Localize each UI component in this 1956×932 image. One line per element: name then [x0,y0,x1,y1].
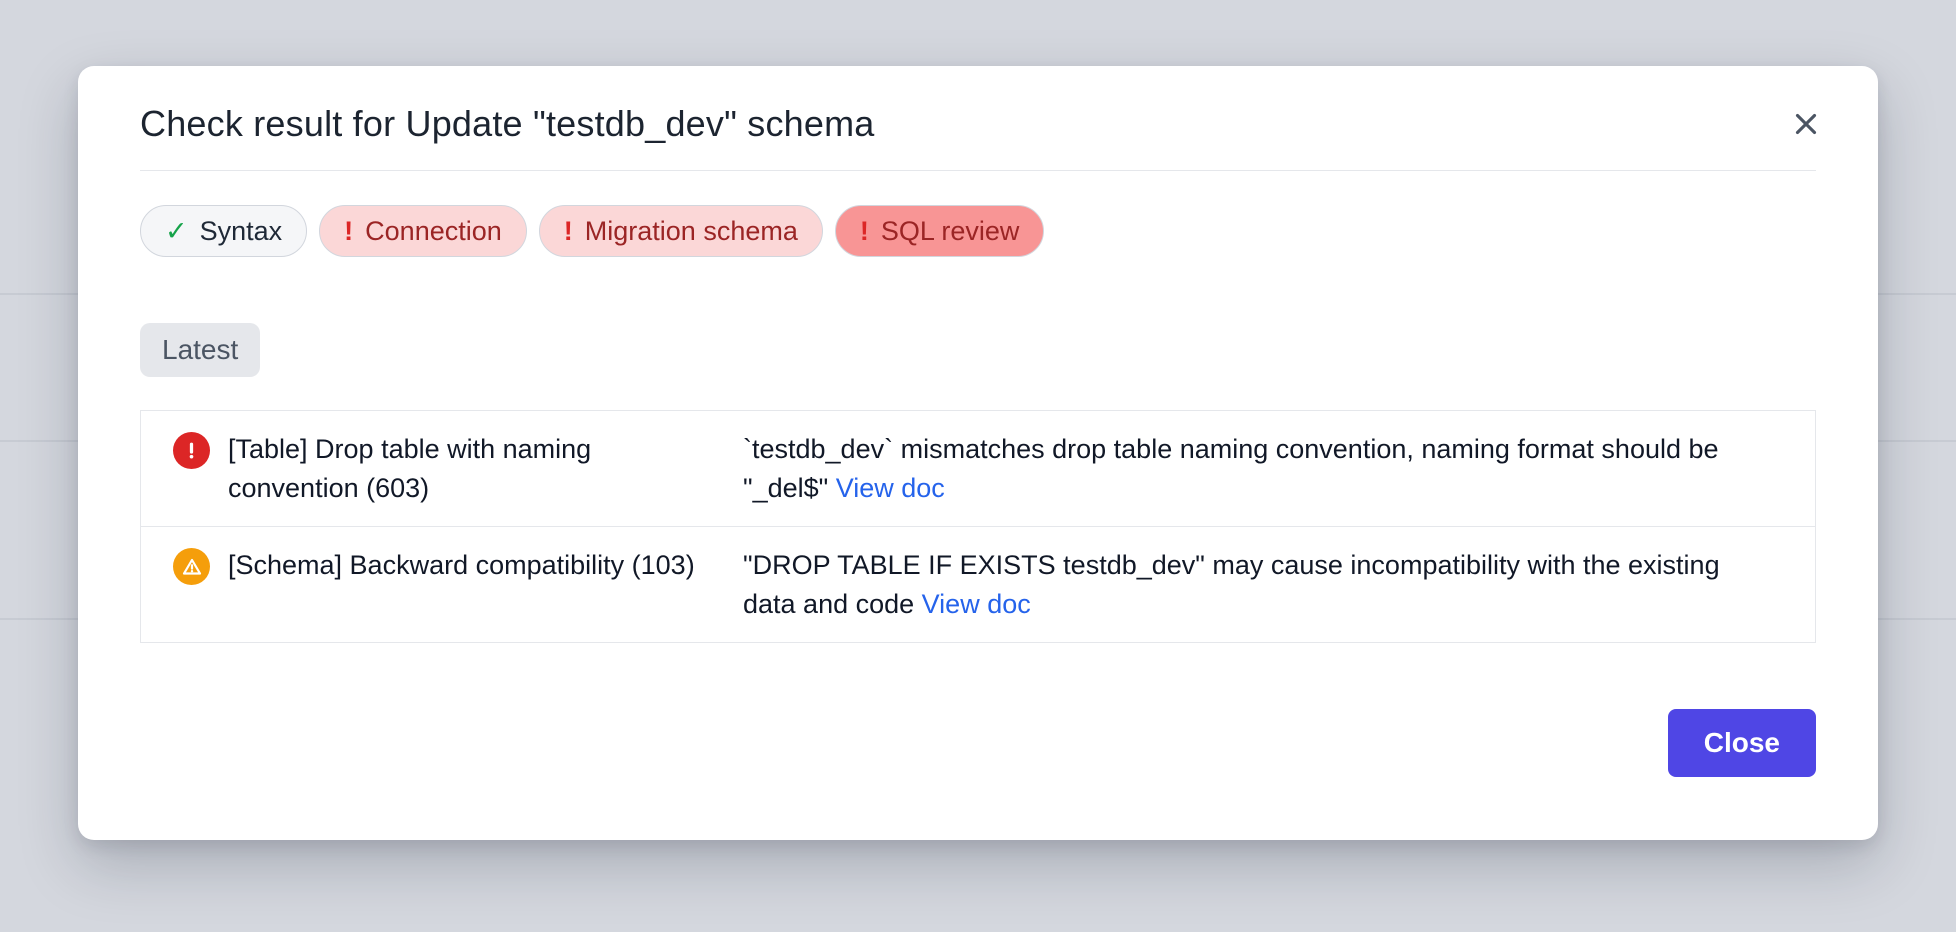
tab-sql-review[interactable]: ! SQL review [835,205,1045,257]
tab-connection[interactable]: ! Connection [319,205,527,257]
rule-title: [Table] Drop table with naming conventio… [228,430,703,507]
version-badge-latest: Latest [140,323,260,377]
warning-icon [173,548,210,585]
check-status-tabs: ✓ Syntax ! Connection ! Migration schema… [140,205,1816,257]
view-doc-link[interactable]: View doc [922,589,1031,619]
tab-label: SQL review [881,216,1020,247]
check-results-table: [Table] Drop table with naming conventio… [140,410,1816,643]
rule-message-text: "DROP TABLE IF EXISTS testdb_dev" may ca… [743,550,1720,619]
close-button[interactable]: Close [1668,709,1816,777]
close-icon[interactable] [1786,104,1826,144]
tab-label: Syntax [200,216,283,247]
table-row: [Schema] Backward compatibility (103) "D… [141,526,1815,642]
tab-syntax[interactable]: ✓ Syntax [140,205,307,257]
error-icon [173,432,210,469]
exclamation-icon: ! [860,218,869,245]
table-row: [Table] Drop table with naming conventio… [141,411,1815,526]
x-icon [1789,107,1823,141]
rule-message: `testdb_dev` mismatches drop table namin… [743,430,1743,507]
dialog-header: Check result for Update "testdb_dev" sch… [140,102,1816,146]
tab-migration-schema[interactable]: ! Migration schema [539,205,823,257]
rule-message: "DROP TABLE IF EXISTS testdb_dev" may ca… [743,546,1743,623]
exclamation-icon: ! [344,218,353,245]
tab-label: Migration schema [585,216,798,247]
check-icon: ✓ [165,218,188,245]
header-divider [140,170,1816,171]
dialog-title: Check result for Update "testdb_dev" sch… [140,102,875,146]
check-result-dialog: Check result for Update "testdb_dev" sch… [78,66,1878,840]
view-doc-link[interactable]: View doc [836,473,945,503]
exclamation-icon: ! [564,218,573,245]
rule-title: [Schema] Backward compatibility (103) [228,546,703,585]
tab-label: Connection [365,216,502,247]
dialog-footer: Close [140,709,1816,777]
